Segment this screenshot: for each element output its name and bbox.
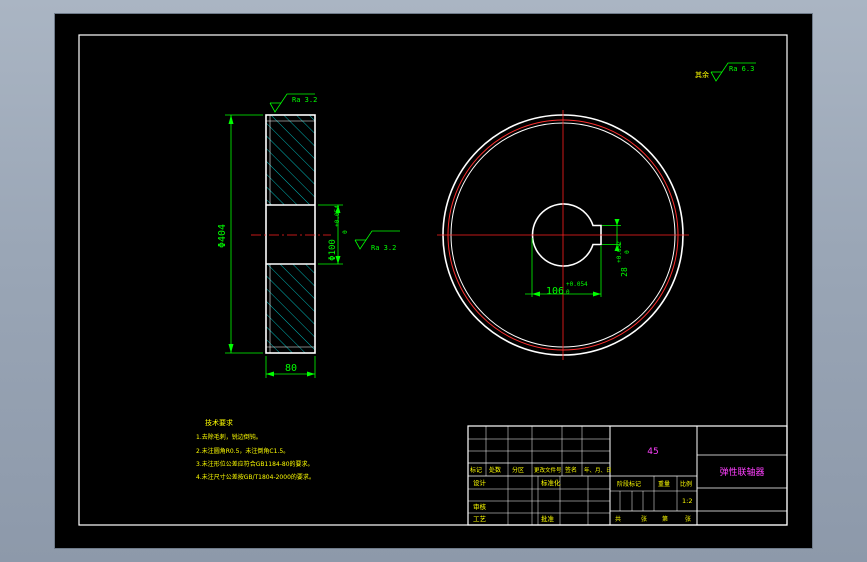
cad-viewport[interactable]: Φ404 Φ100 +0.054 0 80 Ra 3.2 Ra 3.2 其余 R… — [55, 14, 812, 548]
hdr-count: 处数 — [489, 466, 501, 474]
label-stage-mark: 阶段标记 — [617, 480, 641, 488]
bore-tol-upper: +0.054 — [334, 205, 341, 227]
label-review: 审核 — [473, 502, 487, 511]
key-tol-lower: 0 — [624, 250, 631, 254]
roughness-bore-label: Ra 3.2 — [371, 244, 396, 252]
label-process: 工艺 — [473, 515, 487, 523]
width-label: 80 — [285, 363, 297, 374]
inner-frame — [78, 34, 788, 526]
hdr-date: 年、月、日 — [584, 466, 612, 474]
sheet-no: 第 — [662, 515, 668, 523]
label-approve: 批准 — [541, 514, 555, 523]
keyway-depth-label: 106 — [546, 286, 564, 297]
key-tol-upper: +0.052 — [616, 241, 623, 263]
sheet-total: 共 — [615, 515, 621, 523]
hdr-zone: 分区 — [512, 466, 524, 474]
roughness-top-label: Ra 3.2 — [292, 96, 317, 104]
section-view — [251, 114, 331, 354]
roughness-remaining-label: Ra 6.3 — [729, 65, 754, 73]
hdr-sign: 签名 — [565, 466, 577, 474]
front-view — [437, 110, 689, 360]
roughness-remaining-text: 其余 — [695, 70, 709, 79]
label-standardize: 标准化 — [541, 478, 561, 487]
label-scale: 比例 — [680, 480, 692, 488]
notes-title: 技术要求 — [205, 418, 233, 427]
drawing-canvas[interactable]: Φ404 Φ100 +0.054 0 80 Ra 3.2 Ra 3.2 其余 R… — [55, 14, 812, 548]
note-line-2: 2.未注圆角R0.5，未注倒角C1.5。 — [196, 447, 289, 455]
keyway-tol-lower: 0 — [566, 289, 570, 296]
bore-diameter-label: Φ100 — [328, 239, 338, 261]
label-weight: 重量 — [658, 480, 670, 488]
note-line-4: 4.未注尺寸公差按GB/T1804-2000的要求。 — [196, 473, 315, 481]
value-scale: 1:2 — [682, 497, 692, 505]
outer-diameter-label: Φ404 — [217, 224, 228, 248]
sheet-no-unit: 张 — [685, 515, 691, 523]
title-material: 45 — [647, 447, 658, 457]
title-part-name: 弹性联轴器 — [719, 466, 764, 478]
outer-frame — [78, 34, 788, 526]
hdr-change-doc: 更改文件号 — [534, 466, 562, 474]
key-width-label: 28 — [620, 267, 629, 277]
keyway-tol-upper: +0.054 — [566, 281, 588, 288]
note-line-1: 1.去除毛刺，锐边倒钝。 — [196, 433, 262, 441]
label-design: 设计 — [473, 478, 487, 487]
sheet-total-unit: 张 — [641, 515, 647, 523]
screen: Φ404 Φ100 +0.054 0 80 Ra 3.2 Ra 3.2 其余 R… — [0, 0, 867, 562]
bore-tol-lower: 0 — [342, 230, 349, 234]
note-line-3: 3.未注形位公差应符合GB1184-80的要求。 — [196, 460, 314, 468]
hdr-mark: 标记 — [470, 466, 482, 474]
outer-diameter-dimension — [225, 114, 263, 354]
